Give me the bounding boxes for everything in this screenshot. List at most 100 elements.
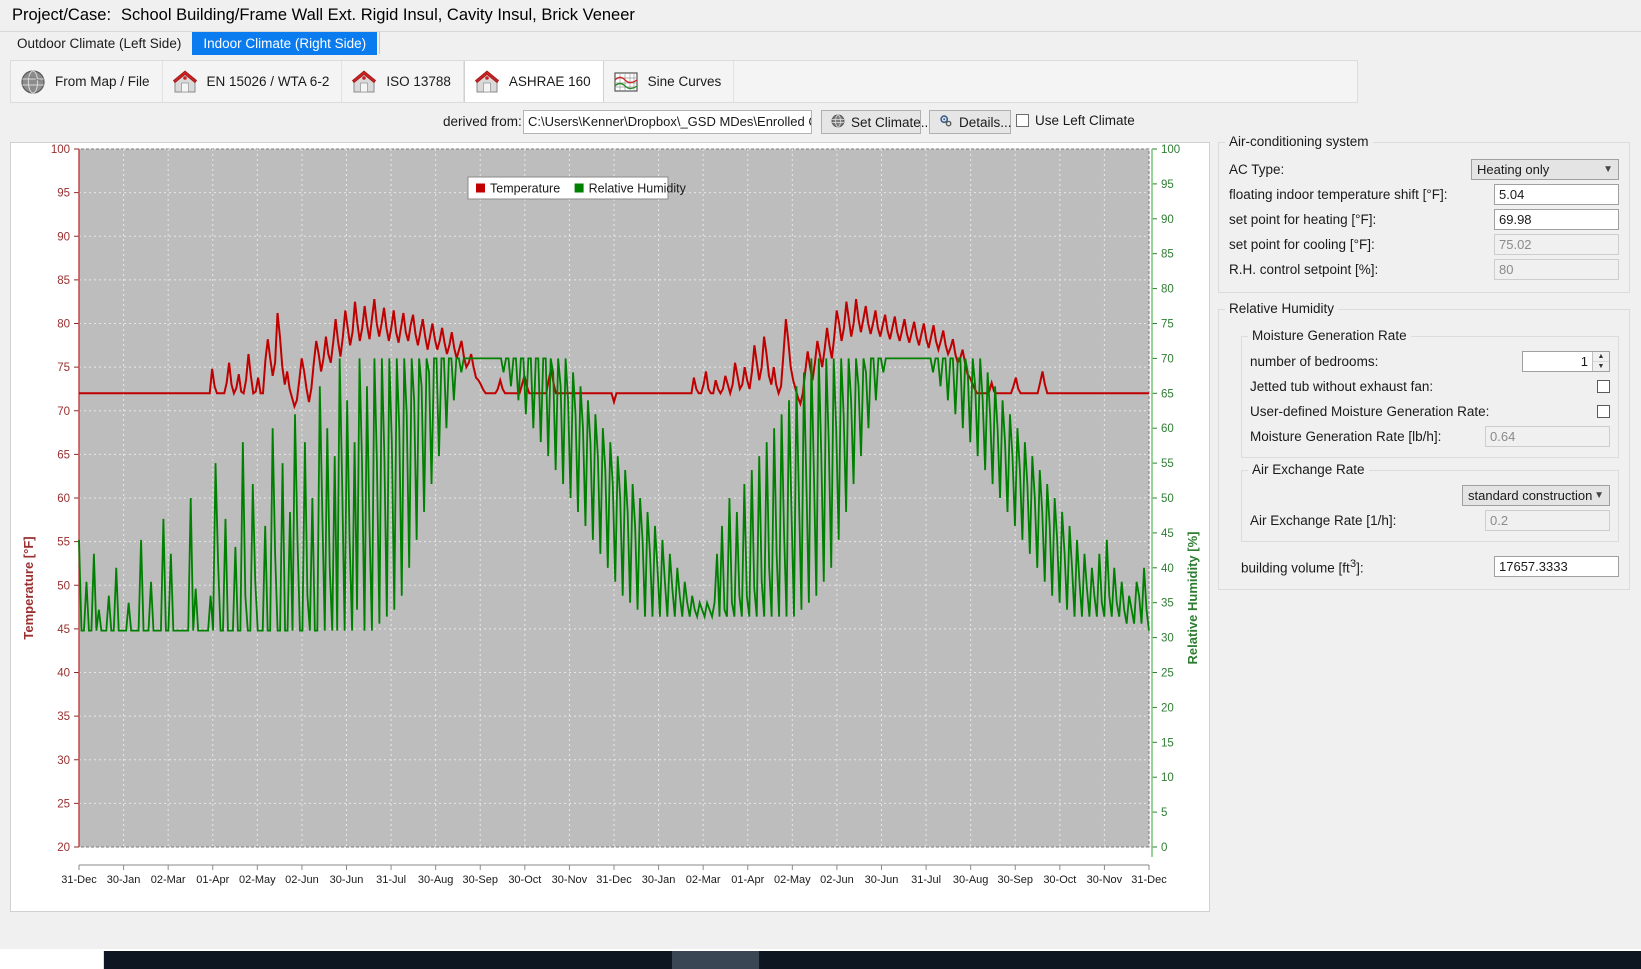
moisture-generation-group-title: Moisture Generation Rate [1248,328,1411,343]
xtick-label: 02-May [239,874,276,886]
xtick-label: 30-Oct [508,874,541,886]
ytick-label-right: 45 [1161,528,1174,540]
climate-tabstrip: Outdoor Climate (Left Side) Indoor Clima… [0,32,1641,58]
ribbon-item-sine-curves[interactable]: Sine Curves [604,61,735,102]
floating-shift-label: floating indoor temperature shift [°F]: [1229,187,1448,202]
use-left-climate-row[interactable]: Use Left Climate [1016,113,1135,128]
indoor-climate-chart: 2025303540455055606570758085909510005101… [10,142,1210,912]
jetted-tub-label: Jetted tub without exhaust fan: [1250,379,1433,394]
ytick-label-left: 45 [57,624,70,636]
xtick-label: 30-Aug [418,874,453,886]
xtick-label: 30-Aug [953,874,988,886]
chevron-down-icon: ▼ [1603,160,1613,179]
y-axis-title-left: Temperature [°F] [21,536,36,639]
floating-shift-field[interactable]: 5.04 [1494,184,1619,205]
bedrooms-stepper[interactable]: 1 ▲ ▼ [1522,351,1610,372]
legend-label-temperature: Temperature [490,182,560,196]
derived-from-label: derived from: [443,114,522,129]
user-defined-mgr-row: User-defined Moisture Generation Rate: [1250,399,1610,424]
heating-setpoint-field[interactable]: 69.98 [1494,209,1619,230]
air-exchange-rate-field: 0.2 [1485,510,1610,531]
ytick-label-right: 5 [1161,807,1167,819]
taskbar-left-area [0,951,104,969]
project-case-value: School Building/Frame Wall Ext. Rigid In… [121,6,635,25]
ytick-label-left: 80 [57,319,70,331]
air-conditioning-group: Air-conditioning system AC Type: Heating… [1218,142,1630,293]
derived-from-path-field[interactable]: C:\Users\Kenner\Dropbox\_GSD MDes\Enroll… [523,110,812,134]
ytick-label-right: 75 [1161,319,1174,331]
relative-humidity-group-title: Relative Humidity [1225,301,1338,316]
legend-label-relative-humidity: Relative Humidity [589,182,687,196]
xtick-label: 02-Mar [686,874,721,886]
ytick-label-left: 35 [57,711,70,723]
stepper-up-icon[interactable]: ▲ [1593,352,1609,362]
ribbon-item-ashrae-160[interactable]: ASHRAE 160 [464,61,604,102]
house-icon [473,68,501,96]
set-climate-button[interactable]: Set Climate... [821,110,921,134]
moisture-generation-rate-label: Moisture Generation Rate [lb/h]: [1250,429,1441,444]
xtick-label: 30-Jan [642,874,676,886]
ytick-label-left: 85 [57,275,70,287]
xtick-label: 02-Mar [151,874,186,886]
use-left-climate-label: Use Left Climate [1035,113,1135,128]
use-left-climate-checkbox[interactable] [1016,114,1029,127]
ytick-label-left: 70 [57,406,70,418]
ribbon-item-en-15026[interactable]: EN 15026 / WTA 6-2 [163,61,343,102]
ytick-label-right: 35 [1161,598,1174,610]
ytick-label-right: 50 [1161,493,1174,505]
taskbar-active-item[interactable] [672,951,759,969]
titlebar: Project/Case: School Building/Frame Wall… [0,0,1641,32]
construction-type-value: standard construction [1468,486,1592,505]
building-volume-field[interactable]: 17657.3333 [1494,556,1619,577]
ytick-label-left: 55 [57,537,70,549]
ytick-label-right: 30 [1161,633,1174,645]
ribbon-item-from-map-file[interactable]: From Map / File [11,61,163,102]
tabstrip-divider [379,32,380,54]
ytick-label-right: 25 [1161,668,1174,680]
xtick-label: 30-Sep [998,874,1033,886]
user-defined-mgr-checkbox[interactable] [1597,405,1610,418]
bedrooms-stepper-buttons[interactable]: ▲ ▼ [1592,352,1609,371]
stepper-down-icon[interactable]: ▼ [1593,362,1609,371]
grid-curve-icon [612,68,640,96]
legend-swatch-relative-humidity [575,184,584,193]
moisture-generation-group: Moisture Generation Rate number of bedro… [1241,336,1619,458]
bedrooms-row: number of bedrooms: 1 ▲ ▼ [1250,349,1610,374]
ac-type-select[interactable]: Heating only ▼ [1471,159,1619,180]
ytick-label-right: 90 [1161,214,1174,226]
bedrooms-value: 1 [1523,352,1592,371]
details-button[interactable]: Details... [929,110,1011,134]
globe-icon [831,114,845,131]
ribbon-label-sine-curves: Sine Curves [648,74,722,89]
cooling-setpoint-label: set point for cooling [°F]: [1229,237,1375,252]
heating-setpoint-label: set point for heating [°F]: [1229,212,1376,227]
ytick-label-right: 0 [1161,842,1167,854]
ytick-label-right: 85 [1161,249,1174,261]
ac-type-value: Heating only [1477,160,1549,179]
ytick-label-left: 90 [57,231,70,243]
taskbar [0,949,1641,969]
cooling-setpoint-field: 75.02 [1494,234,1619,255]
ac-type-row: AC Type: Heating only ▼ [1229,157,1619,182]
house-icon [171,68,199,96]
xtick-label: 31-Dec [61,874,97,886]
tab-indoor-climate[interactable]: Indoor Climate (Right Side) [192,32,377,55]
ytick-label-left: 50 [57,580,70,592]
ytick-label-left: 30 [57,755,70,767]
construction-type-select[interactable]: standard construction ▼ [1462,485,1610,506]
building-volume-row: building volume [ft3]: 17657.3333 [1241,554,1619,579]
ribbon-item-iso-13788[interactable]: ISO 13788 [342,61,464,102]
climate-chart-svg: 2025303540455055606570758085909510005101… [11,143,1209,911]
xtick-label: 30-Jun [865,874,899,886]
legend-swatch-temperature [476,184,485,193]
ytick-label-right: 15 [1161,737,1174,749]
ytick-label-left: 20 [57,842,70,854]
xtick-label: 30-Nov [552,874,588,886]
xtick-label: 31-Dec [596,874,632,886]
jetted-tub-checkbox[interactable] [1597,380,1610,393]
xtick-label: 30-Nov [1087,874,1123,886]
y-axis-title-right: Relative Humidity [%] [1185,532,1200,665]
tab-outdoor-climate[interactable]: Outdoor Climate (Left Side) [6,32,192,55]
ytick-label-right: 55 [1161,458,1174,470]
ytick-label-right: 95 [1161,179,1174,191]
